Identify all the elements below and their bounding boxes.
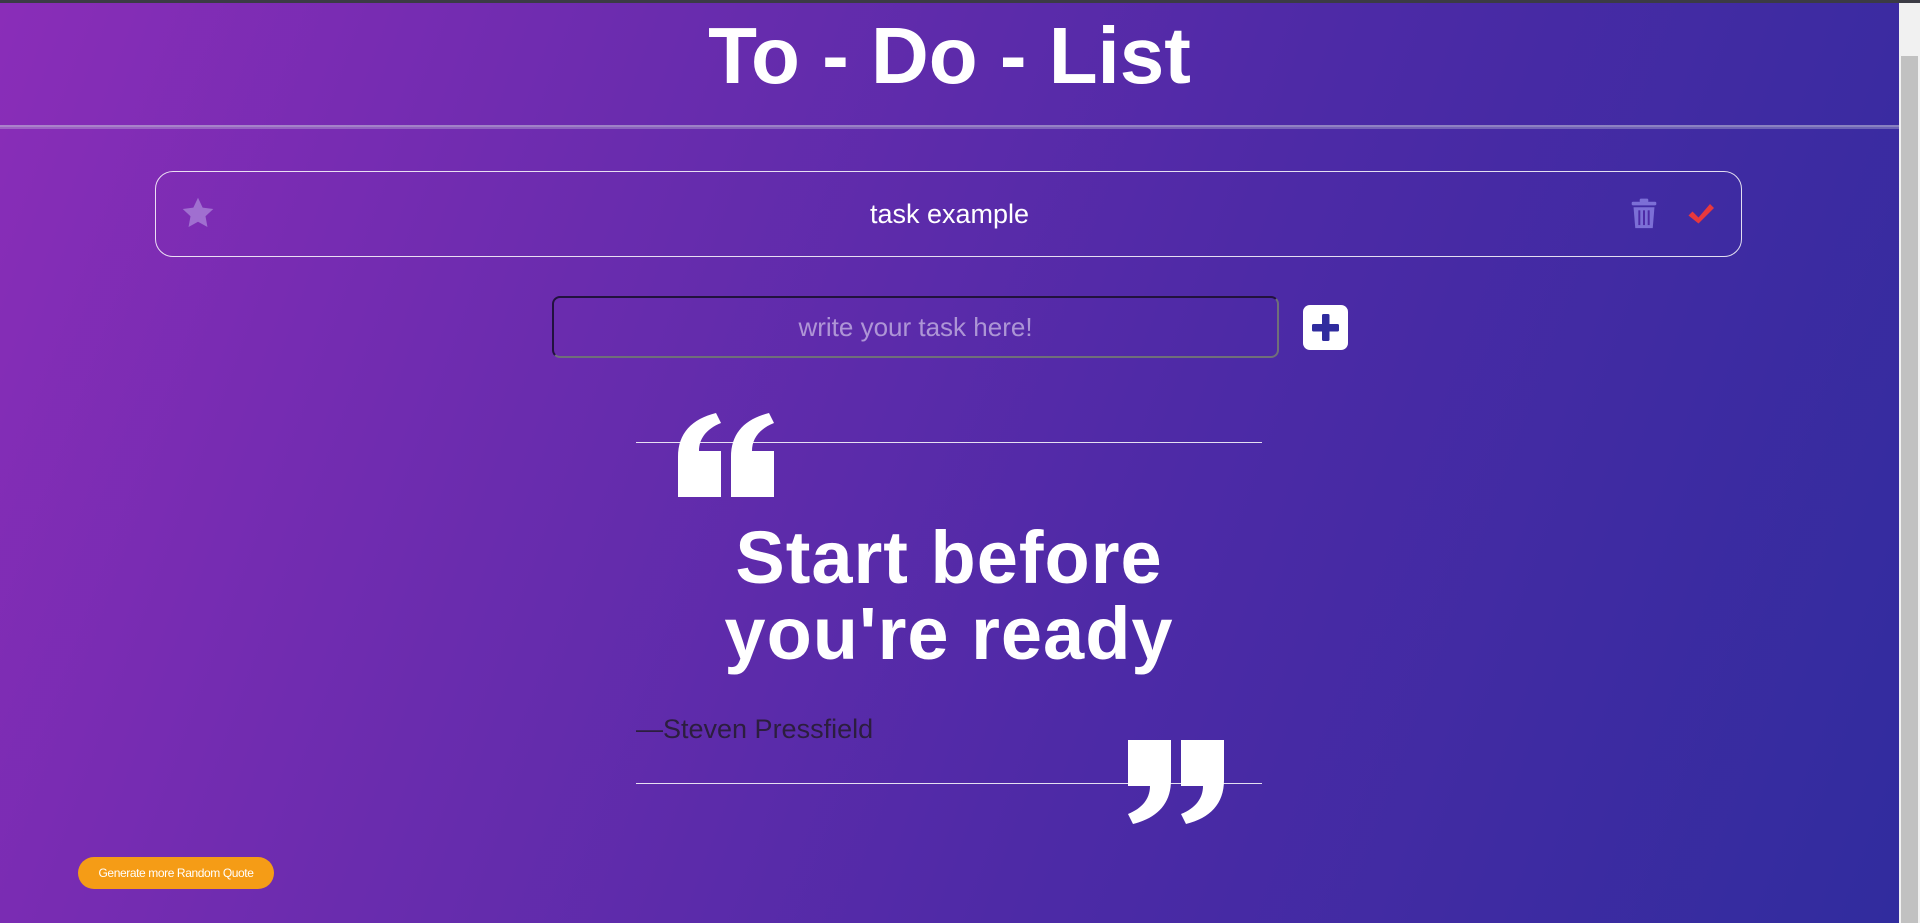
star-icon[interactable] <box>180 195 216 231</box>
quote-open-icon <box>678 413 774 502</box>
task-item: task example <box>155 171 1742 257</box>
scrollbar-thumb[interactable] <box>1901 56 1918 923</box>
quote-text: Start before you're ready <box>724 516 1174 675</box>
quote-close-icon <box>1128 740 1224 829</box>
task-text: task example <box>869 199 1030 229</box>
plus-square-icon <box>1312 314 1339 341</box>
check-icon[interactable] <box>1686 200 1716 228</box>
quote-author: —Steven Pressfield <box>636 714 874 744</box>
title-divider <box>0 125 1899 129</box>
page-title: To - Do - List <box>708 11 1191 100</box>
new-task-input[interactable] <box>552 296 1279 358</box>
scroll-up-area[interactable] <box>1899 3 1920 53</box>
add-task-button[interactable] <box>1303 305 1348 350</box>
trash-icon[interactable] <box>1629 198 1659 230</box>
page: To - Do - List task example write your t… <box>0 0 1899 923</box>
vertical-scrollbar[interactable] <box>1899 3 1920 923</box>
random-quote-button[interactable]: Generate more Random Quote <box>78 857 274 889</box>
